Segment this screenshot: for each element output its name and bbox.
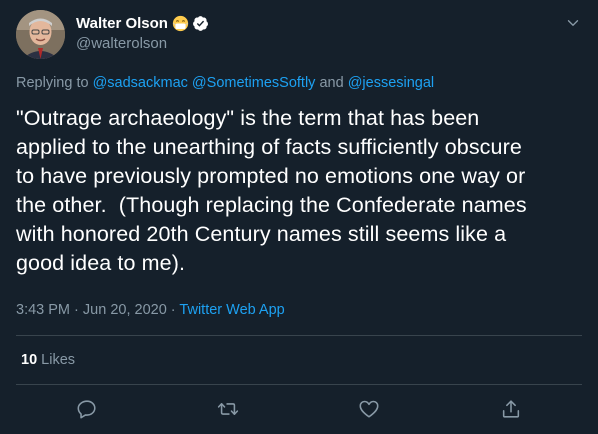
- retweet-icon[interactable]: [217, 398, 239, 420]
- likes-label: Likes: [41, 352, 76, 368]
- divider: [16, 384, 582, 385]
- replying-to-label: Replying to: [16, 75, 89, 91]
- heart-icon[interactable]: [358, 398, 380, 420]
- tweet-source-link[interactable]: Twitter Web App: [179, 302, 284, 318]
- chevron-down-icon[interactable]: [564, 14, 582, 32]
- mention-link[interactable]: @sadsackmac: [93, 75, 188, 91]
- tweet-metadata: 3:43 PM · Jun 20, 2020 · Twitter Web App: [16, 302, 285, 318]
- avatar[interactable]: [16, 10, 65, 59]
- tweet-text-line: good idea to me).: [16, 251, 186, 275]
- tweet-card: Walter Olson @walterolson Replying to @s…: [0, 0, 598, 434]
- meta-separator: ·: [170, 302, 176, 318]
- author-block: Walter Olson @walterolson: [76, 12, 209, 52]
- action-bar: [0, 398, 598, 422]
- share-icon[interactable]: [500, 398, 522, 420]
- tweet-time[interactable]: 3:43 PM: [16, 302, 70, 318]
- mention-link[interactable]: @jessesingal: [348, 75, 434, 91]
- tweet-text-line: "Outrage archaeology" is the term that h…: [16, 106, 480, 130]
- replying-to: Replying to @sadsackmac @SometimesSoftly…: [16, 75, 434, 91]
- mention-link[interactable]: @SometimesSoftly: [192, 75, 316, 91]
- likes-count: 10: [21, 352, 38, 368]
- meta-separator: ·: [74, 302, 79, 318]
- tweet-date[interactable]: Jun 20, 2020: [83, 302, 167, 318]
- divider: [16, 335, 582, 336]
- user-handle[interactable]: @walterolson: [76, 35, 209, 52]
- display-name[interactable]: Walter Olson: [76, 15, 168, 32]
- likes-stat[interactable]: 10 Likes: [21, 352, 75, 368]
- tweet-text: "Outrage archaeology" is the term that h…: [16, 104, 586, 278]
- verified-badge-icon: [193, 15, 208, 31]
- replying-to-conjunction: and: [319, 75, 344, 91]
- tweet-text-line: the other. (Though replacing the Confede…: [16, 193, 527, 217]
- medical-mask-emoji-icon: [172, 15, 189, 31]
- reply-icon[interactable]: [76, 398, 98, 420]
- tweet-text-line: applied to the unearthing of facts suffi…: [16, 135, 522, 159]
- tweet-text-line: with honored 20th Century names still se…: [16, 222, 507, 246]
- tweet-text-line: to have previously prompted no emotions …: [16, 164, 526, 188]
